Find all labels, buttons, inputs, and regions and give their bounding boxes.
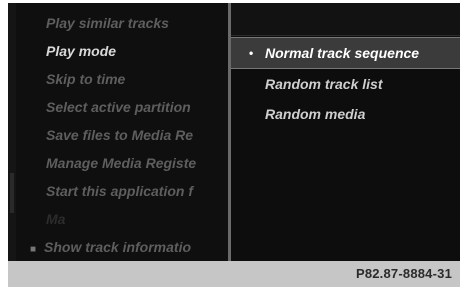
options-header-bar [231, 3, 460, 36]
selected-bullet-icon: • [249, 46, 254, 60]
media-menu-list: Play similar tracks Play mode Skip to ti… [18, 3, 229, 261]
menu-item-label: Show track informatio [44, 239, 192, 255]
option-random-media[interactable]: Random media [231, 99, 460, 129]
media-screen: Play similar tracks Play mode Skip to ti… [8, 3, 460, 261]
menu-item-play-mode[interactable]: Play mode [18, 37, 229, 65]
media-menu-panel: Play similar tracks Play mode Skip to ti… [8, 3, 229, 261]
play-mode-options-panel: • Normal track sequence Random track list… [231, 3, 460, 261]
menu-item-skip-to-time[interactable]: Skip to time [18, 65, 229, 93]
menu-item-play-similar-tracks[interactable]: Play similar tracks [18, 9, 229, 37]
panel-edge [8, 3, 16, 261]
option-normal-track-sequence[interactable]: • Normal track sequence [231, 37, 460, 69]
checkbox-icon: ■ [30, 244, 37, 255]
figure-reference-code: P82.87-8884-31 [355, 266, 452, 281]
menu-item-save-files-to-media-register[interactable]: Save files to Media Re [18, 121, 229, 149]
menu-item-select-active-partition[interactable]: Select active partition [18, 93, 229, 121]
play-mode-options-list: • Normal track sequence Random track list… [231, 37, 460, 129]
menu-item-start-this-application[interactable]: Start this application f [18, 177, 229, 205]
menu-item-manage-media-register[interactable]: Manage Media Registe [18, 149, 229, 177]
option-label: Normal track sequence [265, 45, 420, 61]
option-random-track-list[interactable]: Random track list [231, 69, 460, 99]
menu-item-show-track-information[interactable]: ■ Show track informatio [18, 233, 229, 261]
figure-caption-strip: P82.87-8884-31 [8, 261, 460, 287]
menu-item-obscured[interactable]: Ma [18, 205, 229, 233]
panel-edge-notch [10, 173, 14, 213]
